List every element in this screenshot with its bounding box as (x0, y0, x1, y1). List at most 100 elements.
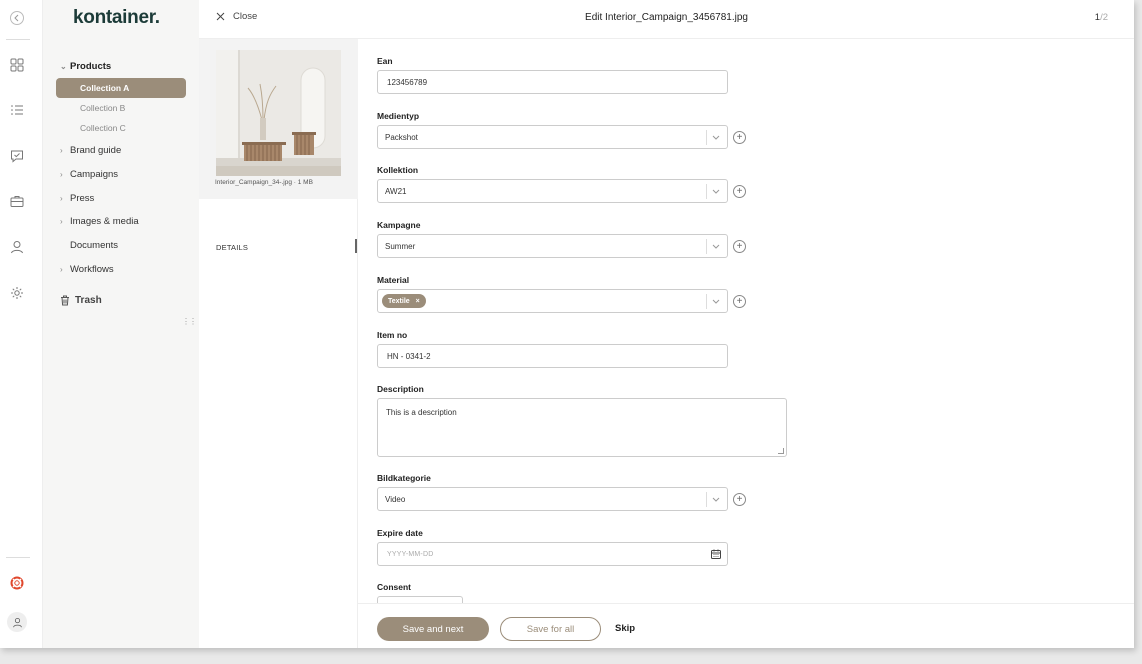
chevron-right-icon: › (60, 145, 63, 155)
sidebar-item-workflows[interactable]: › Workflows (60, 261, 114, 277)
kollektion-value: AW21 (385, 186, 407, 196)
sidebar-item-label: Workflows (70, 263, 114, 275)
material-chip: Textile × (382, 294, 426, 308)
rail-help-button[interactable] (9, 575, 25, 591)
active-tab-indicator (355, 239, 357, 253)
chevron-down-icon (711, 186, 721, 196)
description-textarea[interactable]: This is a description (377, 398, 787, 457)
ean-input[interactable]: 123456789 (377, 70, 728, 94)
list-icon (11, 105, 23, 115)
sidebar-item-label: Brand guide (70, 144, 122, 156)
chevron-down-icon (711, 241, 721, 251)
sidebar-item-collection-b[interactable]: Collection B (56, 98, 186, 118)
sidebar-item-label: Images & media (70, 215, 139, 227)
item-no-input[interactable]: HN - 0341-2 (377, 344, 728, 368)
sidebar-item-documents[interactable]: Documents (60, 237, 118, 253)
expire-date-input[interactable]: YYYY-MM-DD (377, 542, 728, 566)
bildkategorie-value: Video (385, 494, 406, 504)
plus-icon: + (736, 131, 743, 143)
sidebar-item-label: Products (70, 60, 112, 72)
expire-date-label: Expire date (377, 528, 423, 538)
rail-briefcase-button[interactable] (9, 193, 25, 209)
sidebar-item-collection-c[interactable]: Collection C (56, 118, 186, 138)
chevron-down-icon (711, 296, 721, 306)
add-kollektion-button[interactable]: + (733, 185, 746, 198)
rail-user-button[interactable] (9, 239, 25, 255)
trash-icon (61, 295, 69, 305)
add-bildkategorie-button[interactable]: + (733, 493, 746, 506)
chevron-down-icon (711, 132, 721, 142)
kampagne-label: Kampagne (377, 220, 421, 230)
material-label: Material (377, 275, 410, 285)
expire-date-placeholder: YYYY-MM-DD (387, 550, 434, 558)
rail-settings-button[interactable] (9, 285, 25, 301)
kampagne-value: Summer (385, 241, 416, 251)
plus-icon: + (736, 185, 743, 197)
rail-divider-bottom (6, 557, 30, 558)
sidebar-item-press[interactable]: › Press (60, 190, 94, 206)
sidebar-item-label: Trash (75, 294, 102, 306)
resize-grip-icon[interactable] (778, 448, 784, 454)
calendar-icon[interactable] (711, 549, 721, 559)
kampagne-select[interactable]: Summer (377, 234, 728, 258)
sidebar-nav: kontainer. ⌄ Products Collection A Colle… (43, 0, 199, 648)
chevron-right-icon: › (60, 264, 63, 274)
chevron-right-icon: › (60, 193, 63, 203)
collapse-sidebar-button[interactable] (10, 11, 24, 25)
file-caption: Interior_Campaign_34-.jpg · 1 MB (215, 179, 313, 186)
account-icon (12, 617, 22, 627)
sidebar-item-label: Documents (70, 239, 119, 251)
chip-remove-icon[interactable]: × (416, 298, 420, 305)
approval-icon (11, 150, 23, 163)
preview-panel: Interior_Campaign_34-.jpg · 1 MB DETAILS (199, 39, 358, 648)
medientyp-label: Medientyp (377, 111, 420, 121)
chevron-down-icon (711, 494, 721, 504)
material-select[interactable]: Textile × (377, 289, 728, 313)
account-avatar[interactable] (7, 612, 27, 632)
briefcase-icon (10, 196, 24, 207)
add-kampagne-button[interactable]: + (733, 240, 746, 253)
rail-divider (6, 39, 30, 40)
sidebar-item-images-media[interactable]: › Images & media (60, 213, 139, 229)
pager: 1/2 (1095, 12, 1108, 23)
skip-button[interactable]: Skip (615, 623, 635, 634)
kollektion-select[interactable]: AW21 (377, 179, 728, 203)
add-medientyp-button[interactable]: + (733, 131, 746, 144)
chip-label: Textile (388, 297, 410, 305)
save-for-all-button[interactable]: Save for all (500, 617, 601, 641)
grid-icon (10, 58, 24, 72)
consent-label: Consent (377, 582, 411, 592)
pager-total: /2 (1100, 12, 1108, 23)
tab-details[interactable]: DETAILS (216, 243, 248, 252)
medientyp-select[interactable]: Packshot (377, 125, 728, 149)
gear-icon (11, 287, 23, 299)
kollektion-label: Kollektion (377, 165, 419, 175)
sidebar-item-brand-guide[interactable]: › Brand guide (60, 142, 121, 158)
chevron-down-icon: ⌄ (60, 61, 67, 71)
rail-approval-button[interactable] (9, 148, 25, 164)
consent-select[interactable] (377, 596, 463, 603)
sidebar-item-trash[interactable]: Trash (60, 292, 102, 308)
bildkategorie-select[interactable]: Video (377, 487, 728, 511)
preview-area: Interior_Campaign_34-.jpg · 1 MB (199, 39, 358, 199)
asset-thumbnail[interactable] (216, 50, 341, 176)
chevron-right-icon: › (60, 216, 63, 226)
plus-icon: + (736, 240, 743, 252)
description-label: Description (377, 384, 424, 394)
resize-handle-icon[interactable]: ⋮⋮ (182, 318, 197, 326)
add-material-button[interactable]: + (733, 295, 746, 308)
save-and-next-button[interactable]: Save and next (377, 617, 489, 641)
item-no-label: Item no (377, 330, 408, 340)
plus-icon: + (736, 493, 743, 505)
chevron-right-icon: › (60, 169, 63, 179)
metadata-form: Ean 123456789 Medientyp Packshot + Kolle… (358, 39, 1134, 603)
bildkategorie-label: Bildkategorie (377, 473, 431, 483)
sidebar-item-campaigns[interactable]: › Campaigns (60, 166, 118, 182)
chevron-left-icon (14, 14, 19, 22)
app-window: kontainer. ⌄ Products Collection A Colle… (0, 0, 1134, 648)
rail-list-button[interactable] (9, 102, 25, 118)
sidebar-item-collection-a[interactable]: Collection A (56, 78, 186, 98)
sidebar-item-products[interactable]: ⌄ Products (60, 58, 111, 74)
rail-grid-button[interactable] (9, 57, 25, 73)
user-icon (11, 241, 23, 254)
